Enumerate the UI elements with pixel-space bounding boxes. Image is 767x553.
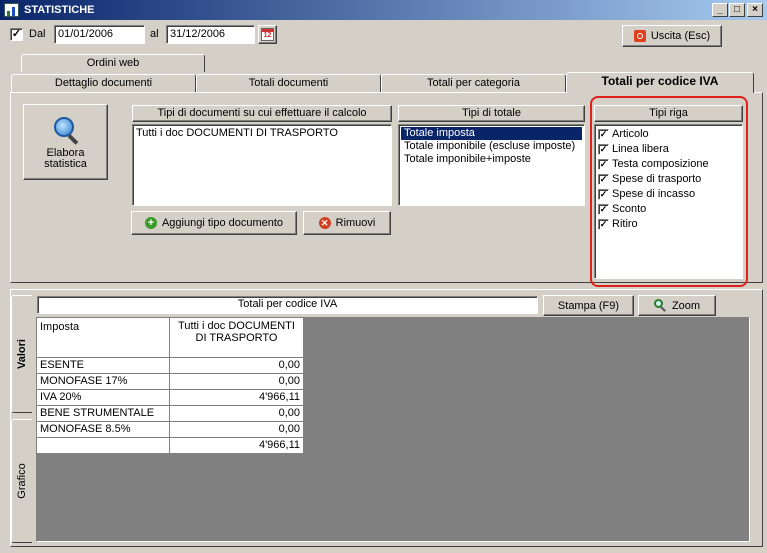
tipi-documenti-header: Tipi di documenti su cui effettuare il c… [132,105,392,122]
dal-label: Dal [29,28,46,40]
list-item-label: Sconto [612,203,647,215]
table-cell-value: 4'966,11 [170,390,303,406]
list-item-label: Articolo [612,128,649,140]
elabora-statistica-button[interactable]: Elabora statistica [23,104,108,180]
table-cell-value: 0,00 [170,406,303,422]
window-title: STATISTICHE [24,4,95,16]
table-row-label: ESENTE [37,358,170,374]
results-grid[interactable]: Imposta Tutti i doc DOCUMENTI DI TRASPOR… [36,317,750,542]
tab-totali-documenti[interactable]: Totali documenti [196,74,381,92]
maximize-button[interactable]: □ [729,3,745,17]
zoom-button[interactable]: Zoom [638,295,716,316]
tab-valori[interactable]: Valori [11,295,32,413]
list-item[interactable]: ✓ Spese di incasso [595,187,742,202]
row-checkbox[interactable]: ✓ [598,219,609,230]
date-to-input[interactable]: 31/12/2006 [166,25,255,44]
list-item-label: Spese di trasporto [612,173,702,185]
tab-valori-label: Valori [16,339,28,369]
table-row-label: MONOFASE 8.5% [37,422,170,438]
zoom-label: Zoom [671,299,701,312]
exit-icon [633,30,646,42]
list-item[interactable]: Tutti i doc DOCUMENTI DI TRASPORTO [133,127,391,140]
row-checkbox[interactable]: ✓ [598,204,609,215]
table-cell-value: 0,00 [170,374,303,390]
column-header-documenti: Tutti i doc DOCUMENTI DI TRASPORTO [170,318,303,358]
table-row-label: BENE STRUMENTALE [37,406,170,422]
table-row-label: MONOFASE 17% [37,374,170,390]
exit-button-label: Uscita (Esc) [650,30,711,42]
table-row-label [37,438,170,454]
tab-totali-per-categoria[interactable]: Totali per categoria [381,74,566,92]
row-checkbox[interactable]: ✓ [598,159,609,170]
list-item-label: Ritiro [612,218,638,230]
tipi-documenti-list[interactable]: Tutti i doc DOCUMENTI DI TRASPORTO [132,124,392,206]
list-item[interactable]: ✓ Articolo [595,127,742,142]
elabora-label-2: statistica [44,157,87,170]
magnifier-icon [51,115,81,145]
table-cell-total: 4'966,11 [170,438,303,454]
list-item[interactable]: ✓ Testa composizione [595,157,742,172]
calendar-icon-day: 12 [263,32,272,39]
calendar-button[interactable]: 12 [258,25,277,44]
row-checkbox[interactable]: ✓ [598,144,609,155]
zoom-icon [653,299,667,312]
list-item[interactable]: ✓ Linea libera [595,142,742,157]
list-item-label: Testa composizione [612,158,709,170]
dal-checkbox[interactable]: ✓ [10,28,23,41]
add-doc-type-button[interactable]: + Aggiungi tipo documento [131,211,297,235]
tab-dettaglio-documenti[interactable]: Dettaglio documenti [11,74,196,92]
column-header-documenti-line2: DI TRASPORTO [195,332,278,344]
add-doc-type-label: Aggiungi tipo documento [161,217,284,229]
date-from-input[interactable]: 01/01/2006 [54,25,145,44]
tipi-totale-list[interactable]: Totale imposta Totale imponibile (esclus… [398,124,585,206]
remove-label: Rimuovi [335,217,376,229]
list-item[interactable]: Totale imponibile+imposte [401,153,582,166]
column-header-documenti-line1: Tutti i doc DOCUMENTI [178,320,295,332]
list-item[interactable]: Totale imponibile (escluse imposte) [401,140,582,153]
row-checkbox[interactable]: ✓ [598,129,609,140]
row-checkbox[interactable]: ✓ [598,174,609,185]
list-item-label: Spese di incasso [612,188,696,200]
calendar-icon: 12 [261,28,274,41]
list-item[interactable]: ✓ Spese di trasporto [595,172,742,187]
minimize-button[interactable]: _ [712,3,728,17]
tab-totali-per-codice-iva[interactable]: Totali per codice IVA [566,72,754,93]
remove-button[interactable]: ✕ Rimuovi [303,211,391,235]
exit-button[interactable]: Uscita (Esc) [622,25,722,47]
al-label: al [150,28,159,40]
close-button[interactable]: × [747,3,763,17]
table-row-label: IVA 20% [37,390,170,406]
tab-grafico[interactable]: Grafico [11,419,32,543]
table-cell-value: 0,00 [170,422,303,438]
title-bar: STATISTICHE _ □ × [0,0,767,20]
remove-icon: ✕ [318,217,331,229]
row-checkbox[interactable]: ✓ [598,189,609,200]
chart-app-icon [4,3,19,17]
list-item[interactable]: ✓ Sconto [595,202,742,217]
table-cell-value: 0,00 [170,358,303,374]
results-title-field: Totali per codice IVA [37,296,538,314]
tipi-riga-header: Tipi riga [594,105,743,122]
list-item[interactable]: ✓ Ritiro [595,217,742,232]
tab-grafico-label: Grafico [16,463,28,499]
tipi-totale-header: Tipi di totale [398,105,585,122]
stampa-button[interactable]: Stampa (F9) [543,295,634,316]
add-icon: + [144,217,157,229]
tab-ordini-web[interactable]: Ordini web [21,54,205,72]
tipi-riga-list[interactable]: ✓ Articolo ✓ Linea libera ✓ Testa composizi… [594,124,743,279]
stampa-label: Stampa (F9) [557,299,620,312]
column-header-imposta: Imposta [37,318,170,358]
list-item-label: Linea libera [612,143,669,155]
list-item[interactable]: Totale imposta [401,127,582,140]
